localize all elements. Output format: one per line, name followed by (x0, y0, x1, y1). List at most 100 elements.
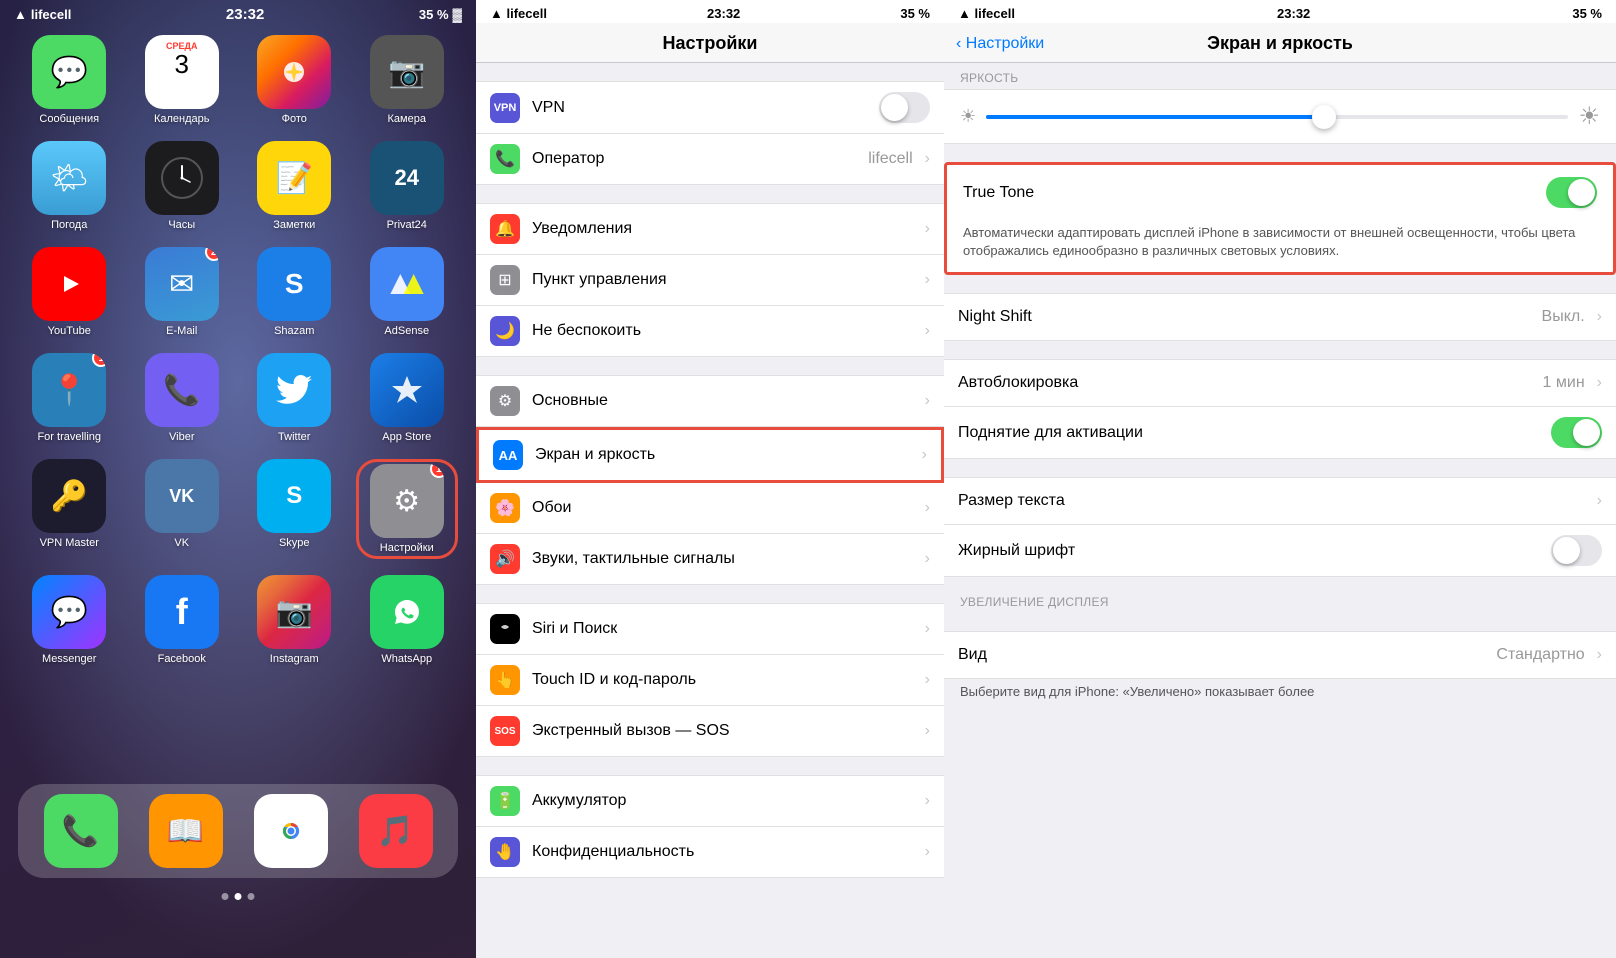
brightness-control: ☀ ☀ (944, 89, 1616, 144)
app-notes[interactable]: 📝 Заметки (243, 141, 346, 231)
chevron-notif: › (925, 220, 930, 238)
settings-panel: ▲ lifecell 23:32 35 % Настройки VPN VPN … (476, 0, 944, 958)
zoom-description: Выберите вид для iPhone: «Увеличено» пок… (944, 679, 1616, 709)
app-instagram[interactable]: 📷 Instagram (243, 575, 346, 665)
raise-to-wake-toggle[interactable] (1551, 417, 1602, 448)
chevron-nightshift: › (1597, 308, 1602, 326)
chevron-autolock: › (1597, 374, 1602, 392)
settings-title: Настройки (492, 33, 928, 54)
settings-row-wallpaper[interactable]: 🌸 Обои › (476, 483, 944, 534)
settings-row-autolock[interactable]: Автоблокировка 1 мин › (944, 359, 1616, 407)
settings-row-view[interactable]: Вид Стандартно › (944, 631, 1616, 679)
app-camera[interactable]: 📷 Камера (356, 35, 459, 125)
settings-row-bold[interactable]: Жирный шрифт (944, 525, 1616, 577)
settings-row-textsize[interactable]: Размер текста › (944, 477, 1616, 525)
app-privat24[interactable]: 24 Privat24 (356, 141, 459, 231)
settings-row-touchid[interactable]: 👆 Touch ID и код-пароль › (476, 655, 944, 706)
brightness-thumb[interactable] (1312, 105, 1336, 129)
vpn-toggle[interactable] (879, 92, 930, 123)
true-tone-toggle[interactable] (1546, 177, 1597, 208)
settings-row-dnd[interactable]: 🌙 Не беспокоить › (476, 306, 944, 357)
chevron-battery: › (925, 792, 930, 810)
brightness-slider[interactable] (986, 115, 1568, 119)
chevron-sos: › (925, 722, 930, 740)
sun-large-icon: ☀ (1578, 102, 1600, 131)
app-whatsapp[interactable]: WhatsApp (356, 575, 459, 665)
time-display: 23:32 (1277, 6, 1310, 21)
app-travelling[interactable]: 1📍 For travelling (18, 353, 121, 443)
bold-toggle[interactable] (1551, 535, 1602, 566)
home-screen: ▲ lifecell 23:32 35 % ▓ 💬 Сообщения Сред… (0, 0, 476, 958)
settings-row-privacy[interactable]: 🤚 Конфиденциальность › (476, 827, 944, 878)
dock-chrome[interactable] (254, 794, 328, 868)
time-home: 23:32 (226, 6, 264, 23)
display-rows-section: Night Shift Выкл. › (944, 293, 1616, 341)
chevron-sounds: › (925, 550, 930, 568)
chevron-general: › (925, 392, 930, 410)
dot-1 (222, 893, 229, 900)
chevron-wallpaper: › (925, 499, 930, 517)
true-tone-section: True Tone Автоматически адаптировать дис… (944, 162, 1616, 275)
app-vpnmaster[interactable]: 🔑 VPN Master (18, 459, 121, 559)
display-title: Экран и яркость (1207, 33, 1353, 54)
settings-row-notifications[interactable]: 🔔 Уведомления › (476, 203, 944, 255)
battery-settings: 35 % (900, 6, 930, 21)
settings-row-siri[interactable]: Siri и Поиск › (476, 603, 944, 655)
app-photos[interactable]: Фото (243, 35, 346, 125)
display-scroll[interactable]: ЯРКОСТЬ ☀ ☀ True Tone Автоматически адап… (944, 63, 1616, 958)
settings-row-raise-to-wake[interactable]: Поднятие для активации (944, 407, 1616, 459)
status-bar-home: ▲ lifecell 23:32 35 % ▓ (0, 0, 476, 25)
chevron-privacy: › (925, 843, 930, 861)
dock-music[interactable]: 🎵 (359, 794, 433, 868)
time-settings: 23:32 (707, 6, 740, 21)
app-settings[interactable]: 1⚙ Настройки (356, 459, 459, 559)
chevron-operator: › (925, 150, 930, 168)
chevron-view: › (1597, 646, 1602, 664)
sun-small-icon: ☀ (960, 106, 976, 127)
settings-row-vpn[interactable]: VPN VPN (476, 81, 944, 134)
app-vk[interactable]: VK VK (131, 459, 234, 559)
app-skype[interactable]: S Skype (243, 459, 346, 559)
settings-row-operator[interactable]: 📞 Оператор lifecell › (476, 134, 944, 185)
settings-section-battery: 🔋 Аккумулятор › 🤚 Конфиденциальность › (476, 775, 944, 878)
app-messenger[interactable]: 💬 Messenger (18, 575, 121, 665)
app-weather[interactable]: 🌤 Погода (18, 141, 121, 231)
carrier-home: ▲ lifecell (14, 7, 71, 22)
settings-nav-header: Настройки (476, 23, 944, 63)
battery-icon: ▓ (453, 7, 462, 22)
true-tone-container: True Tone Автоматически адаптировать дис… (944, 162, 1616, 275)
app-facebook[interactable]: f Facebook (131, 575, 234, 665)
app-clock[interactable]: Часы (131, 141, 234, 231)
true-tone-row[interactable]: True Tone (947, 165, 1613, 220)
wifi-icon-home: ▲ (14, 7, 27, 22)
settings-row-display[interactable]: AA Экран и яркость › (476, 427, 944, 483)
settings-section-siri: Siri и Поиск › 👆 Touch ID и код-пароль ›… (476, 603, 944, 757)
app-messages[interactable]: 💬 Сообщения (18, 35, 121, 125)
chevron-cc: › (925, 271, 930, 289)
app-youtube[interactable]: YouTube (18, 247, 121, 337)
back-button[interactable]: ‹ Настройки (956, 35, 1044, 53)
app-shazam[interactable]: S Shazam (243, 247, 346, 337)
settings-row-control-center[interactable]: ⊞ Пункт управления › (476, 255, 944, 306)
carrier-display: ▲ lifecell (958, 6, 1015, 21)
settings-row-nightshift[interactable]: Night Shift Выкл. › (944, 293, 1616, 341)
app-appstore[interactable]: App Store (356, 353, 459, 443)
app-email[interactable]: 2✉ E-Mail (131, 247, 234, 337)
dock-books[interactable]: 📖 (149, 794, 223, 868)
display-nav-header: ‹ Настройки Экран и яркость (944, 23, 1616, 63)
dock-phone[interactable]: 📞 (44, 794, 118, 868)
settings-row-battery[interactable]: 🔋 Аккумулятор › (476, 775, 944, 827)
settings-row-sos[interactable]: SOS Экстренный вызов — SOS › (476, 706, 944, 757)
settings-row-sounds[interactable]: 🔊 Звуки, тактильные сигналы › (476, 534, 944, 585)
app-calendar[interactable]: Среда 3 Календарь (131, 35, 234, 125)
settings-row-general[interactable]: ⚙ Основные › (476, 375, 944, 427)
app-viber[interactable]: 📞 Viber (131, 353, 234, 443)
settings-scroll[interactable]: VPN VPN 📞 Оператор lifecell › 🔔 Уведомле… (476, 63, 944, 958)
chevron-touchid: › (925, 671, 930, 689)
app-adsense[interactable]: AdSense (356, 247, 459, 337)
chevron-dnd: › (925, 322, 930, 340)
status-bar-settings: ▲ lifecell 23:32 35 % (476, 0, 944, 23)
display-panel: ▲ lifecell 23:32 35 % ‹ Настройки Экран … (944, 0, 1616, 958)
app-twitter[interactable]: Twitter (243, 353, 346, 443)
page-dots (222, 893, 255, 900)
